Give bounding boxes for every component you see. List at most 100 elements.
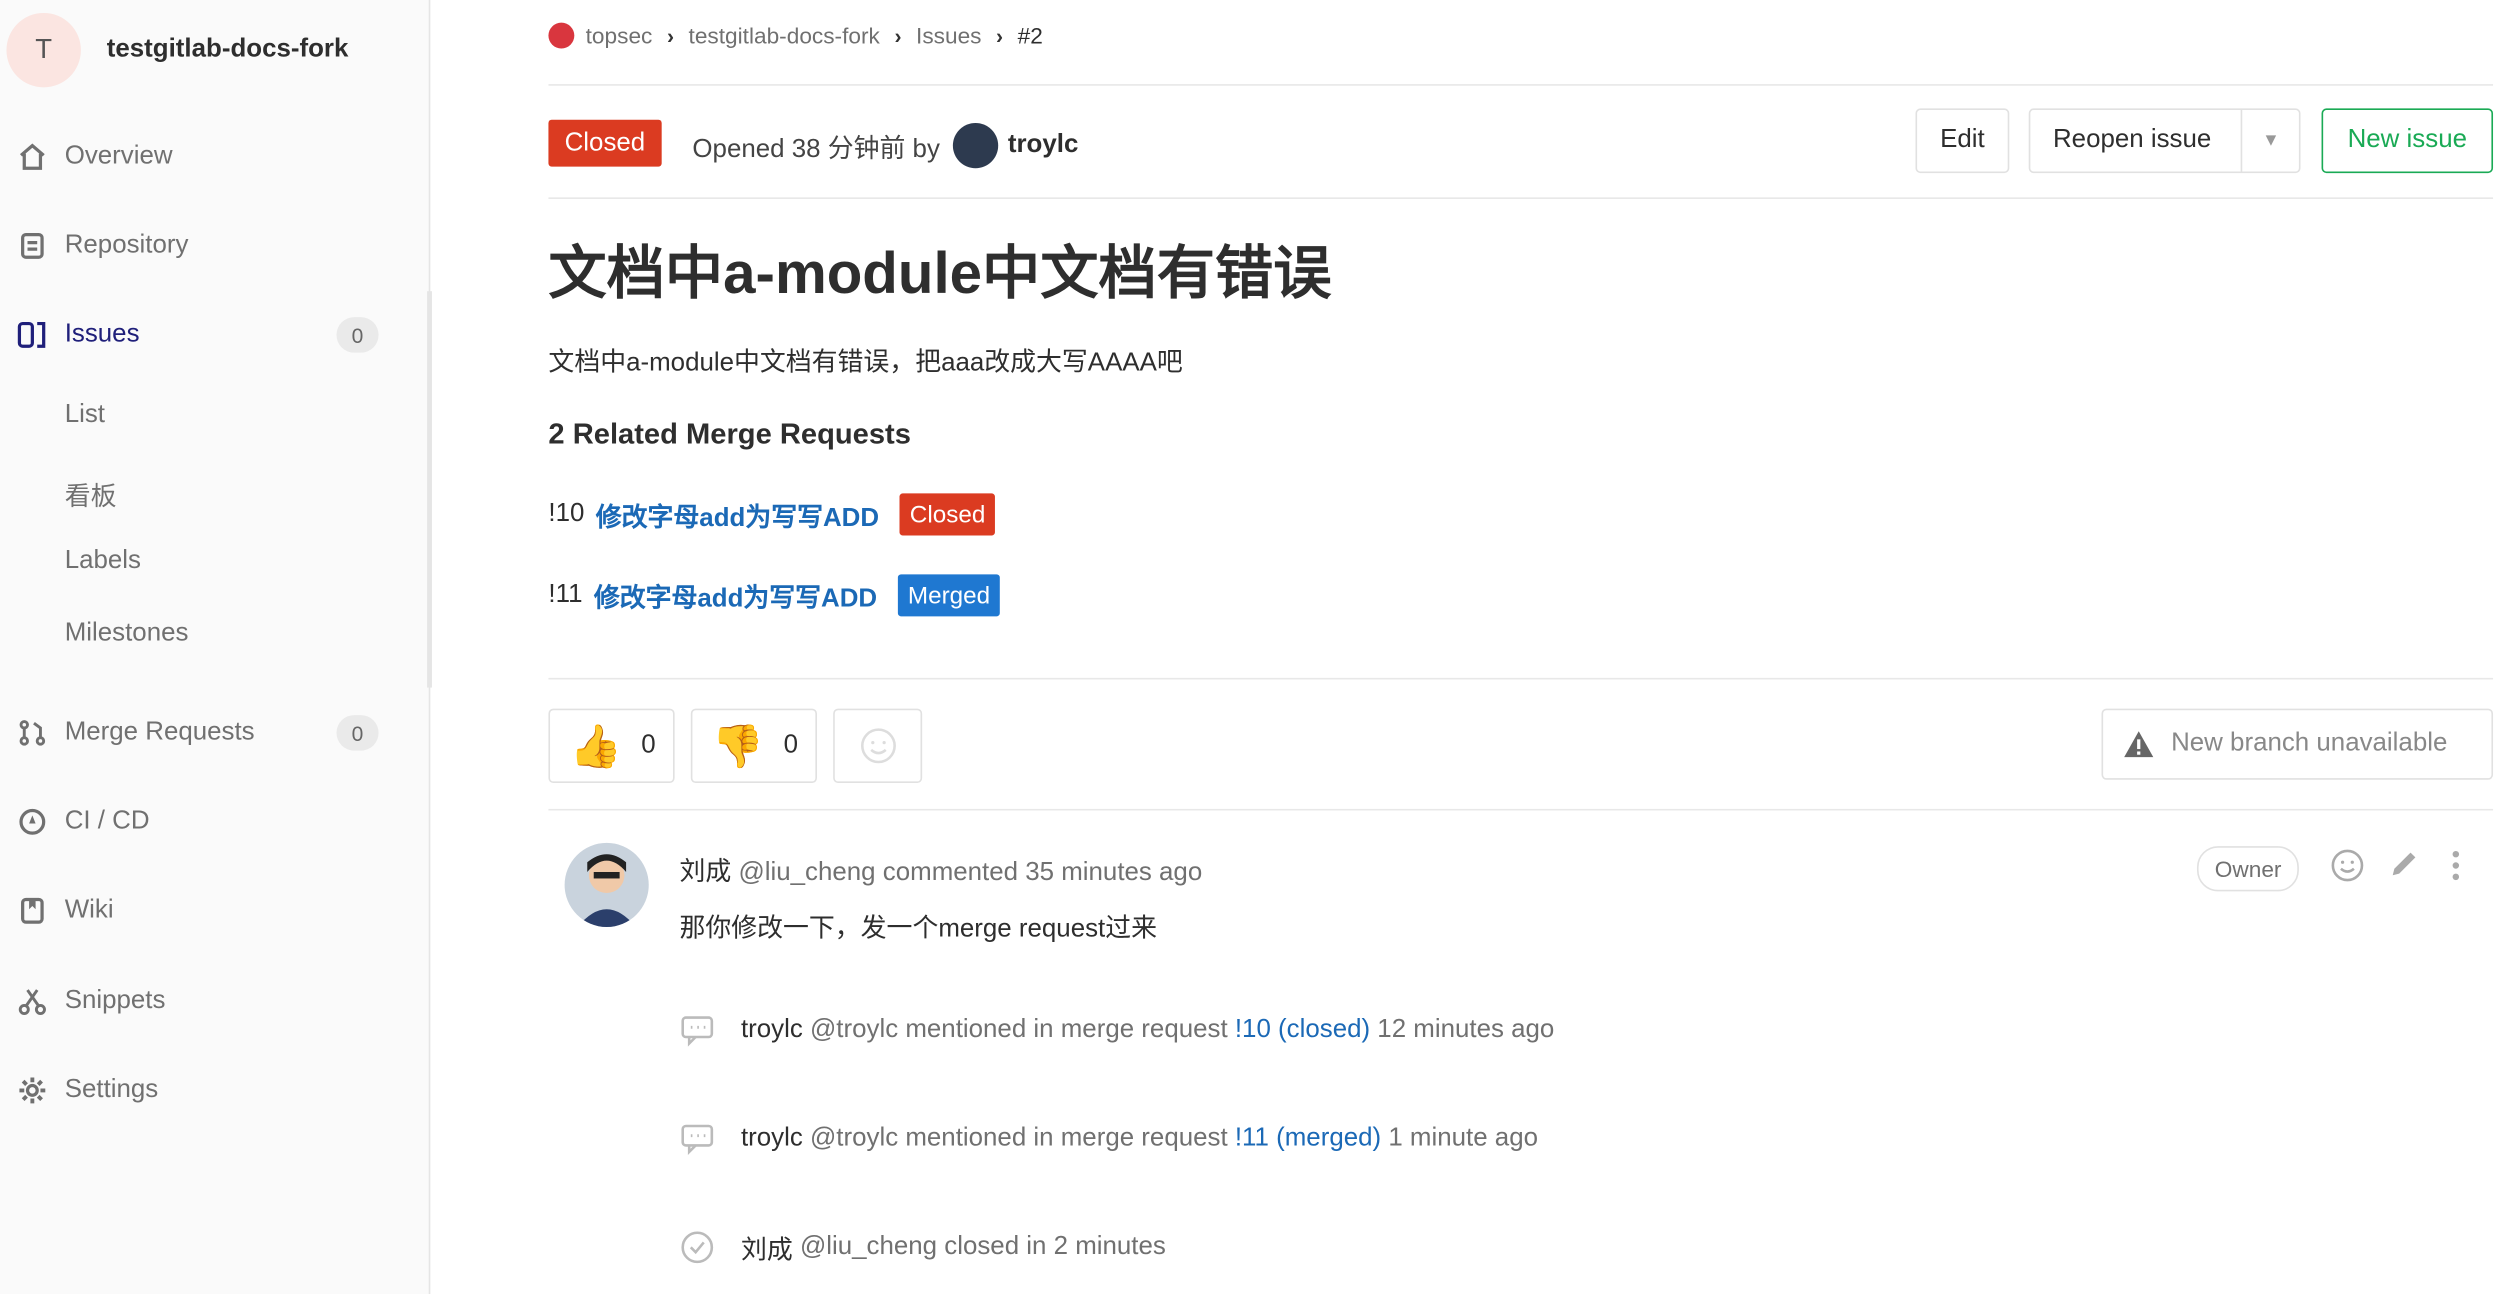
sidebar-scrollbar[interactable] [427,291,432,688]
breadcrumb-current[interactable]: #2 [1018,23,1043,49]
comment-author-handle[interactable]: @liu_cheng [738,859,875,887]
thumbs-up-button[interactable]: 👍 0 [548,708,675,784]
breadcrumb-project[interactable]: testgitlab-docs-fork [689,23,880,49]
comment-author-name[interactable]: 刘成 [679,859,731,887]
thumbs-up-count: 0 [641,731,656,759]
note-text: mentioned in merge request [905,1015,1228,1044]
issues-icon [16,319,48,351]
breadcrumb-section[interactable]: Issues [916,23,981,49]
sidebar-item-cicd[interactable]: CI / CD [16,798,404,847]
breadcrumb: topsec › testgitlab-docs-fork › Issues ›… [548,22,1043,49]
chevron-right-icon: › [666,23,674,48]
divider [548,197,2494,199]
mr-title-link[interactable]: 修改字母add为写写ADD [596,495,879,534]
comment-icon [679,1013,715,1049]
chevron-right-icon: › [894,23,902,48]
note-author-handle[interactable]: @troylc [810,1016,898,1045]
sidebar-item-label: Settings [64,1075,159,1104]
sidebar-subitem-board[interactable]: 看板 [65,474,117,513]
issue-title: 文档中a-module中文档有错误 [548,239,1332,306]
note-author-name[interactable]: troylc [741,1124,803,1153]
note-text: mentioned in merge request [905,1124,1228,1152]
project-name[interactable]: testgitlab-docs-fork [107,36,349,65]
mr-state-badge: Closed [900,493,996,536]
sidebar-item-merge-requests[interactable]: Merge Requests 0 [16,709,404,758]
sidebar-item-overview[interactable]: Overview [16,133,404,182]
sidebar-item-label: Issues [64,320,140,348]
issues-count-badge: 0 [336,317,379,353]
sidebar-subitem-list[interactable]: List [65,401,105,430]
sidebar-item-issues[interactable]: Issues 0 [16,311,404,360]
owner-badge: Owner [2196,846,2300,892]
related-mr-item[interactable]: !10 修改字母add为写写ADD Closed [548,493,996,536]
mr-ref: !10 [548,499,585,528]
document-icon [16,230,48,262]
sidebar-item-label: Wiki [64,896,114,924]
mr-title-link[interactable]: 修改字母add为写写ADD [594,576,877,615]
author-avatar[interactable] [952,122,999,169]
related-mr-heading: 2 Related Merge Requests [548,417,911,450]
sidebar-item-label: CI / CD [64,807,150,835]
divider [548,84,2494,86]
add-reaction-button[interactable] [833,708,923,784]
project-header[interactable]: T testgitlab-docs-fork [6,12,349,88]
note-author-handle[interactable]: @troylc [810,1124,898,1153]
note-mr-link[interactable]: !10 (closed) [1235,1016,1370,1045]
related-mr-item[interactable]: !11 修改字母add为写写ADD Merged [548,574,1000,617]
note-author-name[interactable]: troylc [741,1016,803,1045]
breadcrumb-group[interactable]: topsec [586,23,653,49]
comment-header: 刘成 @liu_cheng commented 35 minutes ago [679,849,1202,888]
sidebar-item-repository[interactable]: Repository [16,222,404,271]
thumbs-down-icon: 👎 [711,720,765,770]
sidebar-item-label: Repository [64,231,189,259]
app-frame: T testgitlab-docs-fork Overview Reposito… [0,0,2498,1294]
warning-icon [2124,731,2154,758]
reopen-issue-button[interactable]: Reopen issue ▼ [2028,108,2301,174]
comment-body: 那你修改一下，发一个merge request过来 [679,915,1158,944]
chevron-down-icon[interactable]: ▼ [2241,110,2299,172]
thumbs-down-button[interactable]: 👎 0 [690,708,817,784]
merge-requests-count-badge: 0 [336,715,379,751]
chevron-right-icon: › [996,23,1004,48]
sidebar-item-label: Overview [64,142,173,170]
gear-icon [16,1074,48,1106]
new-issue-button[interactable]: New issue [2321,108,2494,174]
sidebar-item-label: Merge Requests [64,718,255,746]
smiley-icon[interactable] [2330,848,2366,893]
divider [548,808,2494,811]
thumbs-up-icon: 👍 [569,720,622,770]
rocket-icon [16,806,48,838]
book-icon [16,895,48,927]
comment-action: commented [882,859,1019,887]
mr-state-badge: Merged [898,574,1000,617]
sidebar-item-snippets[interactable]: Snippets [16,977,404,1026]
system-note: 刘成 @liu_cheng closed in 2 minutes [679,1228,1166,1267]
pencil-icon[interactable] [2388,848,2420,890]
comment-icon [679,1121,715,1157]
note-author-name[interactable]: 刘成 [741,1228,793,1267]
new-branch-button[interactable]: New branch unavailable [2101,708,2494,780]
home-icon [16,141,48,173]
sidebar-subitem-milestones[interactable]: Milestones [65,620,189,649]
sidebar-item-settings[interactable]: Settings [16,1066,404,1115]
more-actions-icon[interactable] [2446,848,2465,893]
merge-request-icon [16,717,48,749]
issue-status-badge: Closed [548,119,662,167]
smiley-icon [860,728,896,764]
opened-text: Opened 38 分钟前 by [692,135,940,164]
note-time[interactable]: 1 minute ago [1388,1124,1538,1153]
sidebar-subitem-labels[interactable]: Labels [65,547,141,576]
sidebar-item-label: Snippets [64,986,166,1015]
note-mr-link[interactable]: !11 (merged) [1235,1124,1381,1153]
comment-time[interactable]: 35 minutes ago [1025,859,1202,887]
divider [548,677,2494,680]
new-branch-label: New branch unavailable [2171,729,2448,758]
note-time[interactable]: 12 minutes ago [1377,1016,1554,1045]
group-logo-icon [548,22,575,49]
sidebar-item-wiki[interactable]: Wiki [16,887,404,936]
note-author-handle[interactable]: @liu_cheng [800,1233,937,1262]
issue-opened-meta: Opened 38 分钟前 by troylc [692,122,1079,169]
edit-button[interactable]: Edit [1915,108,2010,174]
commenter-avatar[interactable] [564,842,649,927]
author-name[interactable]: troylc [1008,131,1079,160]
